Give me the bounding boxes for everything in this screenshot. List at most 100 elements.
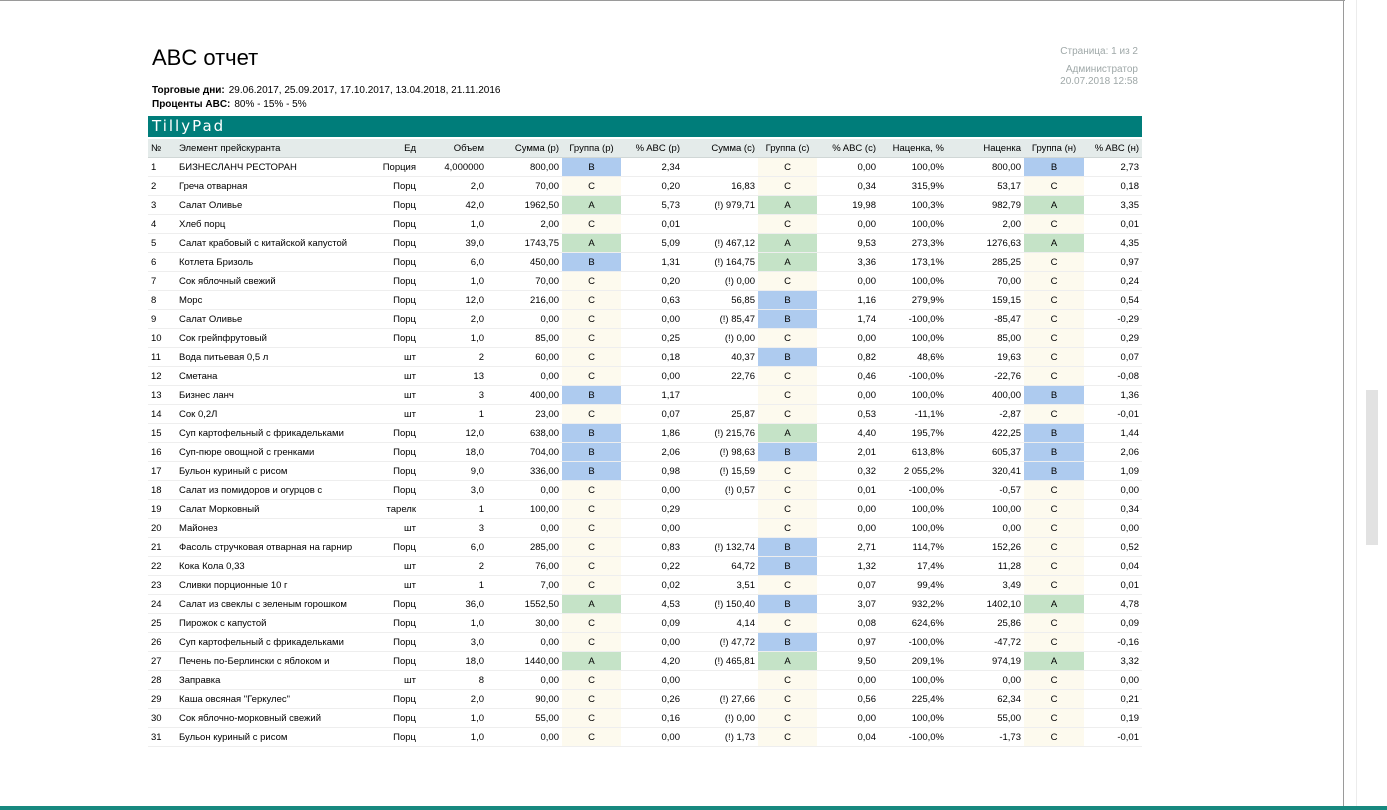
- table-row[interactable]: 9 Салат Оливье Порц 2,0 0,00 C 0,00 (!) 85,47 B 1…: [148, 309, 1142, 329]
- cell-group-c: A: [758, 252, 817, 272]
- col-header-abc-c[interactable]: % ABC (с): [817, 139, 879, 158]
- table-row[interactable]: 27 Печень по-Берлински с яблоком и Порц 18,…: [148, 651, 1142, 671]
- vertical-scrollbar[interactable]: [1356, 0, 1387, 806]
- table-row[interactable]: 5 Салат крабовый с китайской капустой Порц…: [148, 233, 1142, 253]
- cell-sum-r: 0,00: [487, 632, 562, 652]
- table-row[interactable]: 1 БИЗНЕСЛАНЧ РЕСТОРАН Порция 4,000000 800,00…: [148, 157, 1142, 177]
- col-header-sum-c[interactable]: Сумма (с): [683, 139, 758, 158]
- table-row[interactable]: 6 Котлета Бризоль Порц 6,0 450,00 B 1,31 (!) 16…: [148, 252, 1142, 272]
- cell-abc-m: 0,52: [1084, 537, 1142, 557]
- cell-item-name: Сок 0,2Л: [176, 404, 374, 424]
- col-header-group-r[interactable]: Группа (р): [562, 139, 621, 158]
- col-header-volume[interactable]: Объем: [419, 139, 487, 158]
- table-row[interactable]: 26 Суп картофельный с фрикадельками Порц 3,…: [148, 632, 1142, 652]
- cell-group-r: B: [562, 442, 621, 462]
- table-row[interactable]: 3 Салат Оливье Порц 42,0 1962,50 A 5,73 (!) 979…: [148, 195, 1142, 215]
- table-row[interactable]: 23 Сливки порционные 10 г шт 1 7,00 C 0,02 3,51…: [148, 575, 1142, 595]
- cell-sum-r: 0,00: [487, 670, 562, 690]
- cell-sum-r: 0,00: [487, 518, 562, 538]
- page-info: Страница: 1 из 2: [1060, 46, 1138, 57]
- cell-markup: 3,49: [947, 575, 1024, 595]
- cell-group-m: B: [1024, 157, 1084, 177]
- table-row[interactable]: 14 Сок 0,2Л шт 1 23,00 C 0,07 25,87 C 0,53 -11,1% -…: [148, 404, 1142, 424]
- cell-sum-r: 0,00: [487, 366, 562, 386]
- table-row[interactable]: 30 Сок яблочно-морковный свежий Порц 1,0 55,…: [148, 708, 1142, 728]
- table-row[interactable]: 2 Греча отварная Порц 2,0 70,00 C 0,20 16,83 C 0,…: [148, 176, 1142, 196]
- table-row[interactable]: 28 Заправка шт 8 0,00 C 0,00 C 0,00 100,0% 0,00 C 0,…: [148, 670, 1142, 690]
- cell-unit: Порц: [374, 252, 419, 272]
- col-header-group-c[interactable]: Группа (с): [758, 139, 817, 158]
- cell-abc-c: 0,00: [817, 328, 879, 348]
- cell-markup: 0,00: [947, 670, 1024, 690]
- table-row[interactable]: 24 Салат из свеклы с зеленым горошком Порц…: [148, 594, 1142, 614]
- table-row[interactable]: 18 Салат из помидоров и огурцов с Порц 3,0 0…: [148, 480, 1142, 500]
- table-row[interactable]: 15 Суп картофельный с фрикадельками Порц 12…: [148, 423, 1142, 443]
- cell-sum-c: (!) 215,76: [683, 423, 758, 443]
- scrollbar-thumb[interactable]: [1366, 390, 1378, 545]
- cell-volume: 1,0: [419, 613, 487, 633]
- cell-item-name: Сливки порционные 10 г: [176, 575, 374, 595]
- cell-group-r: C: [562, 214, 621, 234]
- cell-volume: 3,0: [419, 632, 487, 652]
- cell-item-name: Суп картофельный с фрикадельками: [176, 632, 374, 652]
- cell-item-name: Салат из помидоров и огурцов с: [176, 480, 374, 500]
- abc-percent-label: Проценты ABC:: [152, 99, 231, 110]
- col-header-item[interactable]: Элемент прейскуранта: [176, 139, 374, 158]
- cell-group-r: C: [562, 271, 621, 291]
- cell-abc-r: 0,00: [621, 366, 683, 386]
- col-header-abc-r[interactable]: % ABC (р): [621, 139, 683, 158]
- cell-abc-r: 4,53: [621, 594, 683, 614]
- cell-unit: Порц: [374, 727, 419, 747]
- table-row[interactable]: 19 Салат Морковный тарелк 1 100,00 C 0,29 C 0,00…: [148, 499, 1142, 519]
- table-row[interactable]: 29 Каша овсяная "Геркулес" Порц 2,0 90,00 C 0,…: [148, 689, 1142, 709]
- col-header-abc-m[interactable]: % ABC (н): [1084, 139, 1142, 158]
- table-row[interactable]: 25 Пирожок с капустой Порц 1,0 30,00 C 0,09 4,1…: [148, 613, 1142, 633]
- col-header-markup[interactable]: Наценка: [947, 139, 1024, 158]
- table-row[interactable]: 17 Бульон куриный с рисом Порц 9,0 336,00 B 0,…: [148, 461, 1142, 481]
- table-row[interactable]: 8 Морс Порц 12,0 216,00 C 0,63 56,85 B 1,16 279,9%…: [148, 290, 1142, 310]
- cell-number: 6: [148, 252, 176, 272]
- col-header-markup-pct[interactable]: Наценка, %: [879, 139, 947, 158]
- cell-abc-m: -0,01: [1084, 727, 1142, 747]
- cell-markup: 152,26: [947, 537, 1024, 557]
- table-row[interactable]: 7 Сок яблочный свежий Порц 1,0 70,00 C 0,20 (!)…: [148, 271, 1142, 291]
- col-header-sum-r[interactable]: Сумма (р): [487, 139, 562, 158]
- cell-abc-r: 2,34: [621, 157, 683, 177]
- table-row[interactable]: 12 Сметана шт 13 0,00 C 0,00 22,76 C 0,46 -100,0% -…: [148, 366, 1142, 386]
- cell-group-m: C: [1024, 518, 1084, 538]
- cell-abc-c: 0,00: [817, 518, 879, 538]
- table-row[interactable]: 20 Майонез шт 3 0,00 C 0,00 C 0,00 100,0% 0,00 C 0,0…: [148, 518, 1142, 538]
- table-row[interactable]: 10 Сок грейпфрутовый Порц 1,0 85,00 C 0,25 (!) …: [148, 328, 1142, 348]
- cell-markup-pct: 100,0%: [879, 708, 947, 728]
- cell-abc-c: 0,00: [817, 214, 879, 234]
- table-row[interactable]: 4 Хлеб порц Порц 1,0 2,00 C 0,01 C 0,00 100,0% 2,0…: [148, 214, 1142, 234]
- cell-unit: Порц: [374, 480, 419, 500]
- cell-item-name: Фасоль стручковая отварная на гарнир: [176, 537, 374, 557]
- table-row[interactable]: 13 Бизнес ланч шт 3 400,00 B 1,17 C 0,00 100,0% 40…: [148, 385, 1142, 405]
- table-row[interactable]: 16 Суп-пюре овощной с гренками Порц 18,0 704…: [148, 442, 1142, 462]
- table-row[interactable]: 31 Бульон куриный с рисом Порц 1,0 0,00 C 0,00…: [148, 727, 1142, 747]
- cell-number: 10: [148, 328, 176, 348]
- cell-number: 12: [148, 366, 176, 386]
- table-row[interactable]: 22 Кока Кола 0,33 шт 2 76,00 C 0,22 64,72 B 1,32 1…: [148, 556, 1142, 576]
- cell-unit: Порц: [374, 328, 419, 348]
- cell-sum-c: (!) 15,59: [683, 461, 758, 481]
- cell-group-c: C: [758, 613, 817, 633]
- table-row[interactable]: 11 Вода питьевая 0,5 л шт 2 60,00 C 0,18 40,37 B…: [148, 347, 1142, 367]
- col-header-group-m[interactable]: Группа (н): [1024, 139, 1084, 158]
- cell-markup-pct: 100,0%: [879, 518, 947, 538]
- cell-group-r: A: [562, 233, 621, 253]
- cell-abc-r: 4,20: [621, 651, 683, 671]
- col-header-number[interactable]: №: [148, 139, 176, 158]
- col-header-unit[interactable]: Ед: [374, 139, 419, 158]
- table-row[interactable]: 21 Фасоль стручковая отварная на гарнир По…: [148, 537, 1142, 557]
- cell-markup-pct: 279,9%: [879, 290, 947, 310]
- cell-markup: 19,63: [947, 347, 1024, 367]
- cell-sum-c: [683, 670, 758, 690]
- cell-sum-r: 704,00: [487, 442, 562, 462]
- cell-group-m: C: [1024, 176, 1084, 196]
- cell-abc-m: 0,21: [1084, 689, 1142, 709]
- cell-markup-pct: 315,9%: [879, 176, 947, 196]
- cell-item-name: БИЗНЕСЛАНЧ РЕСТОРАН: [176, 157, 374, 177]
- cell-item-name: Заправка: [176, 670, 374, 690]
